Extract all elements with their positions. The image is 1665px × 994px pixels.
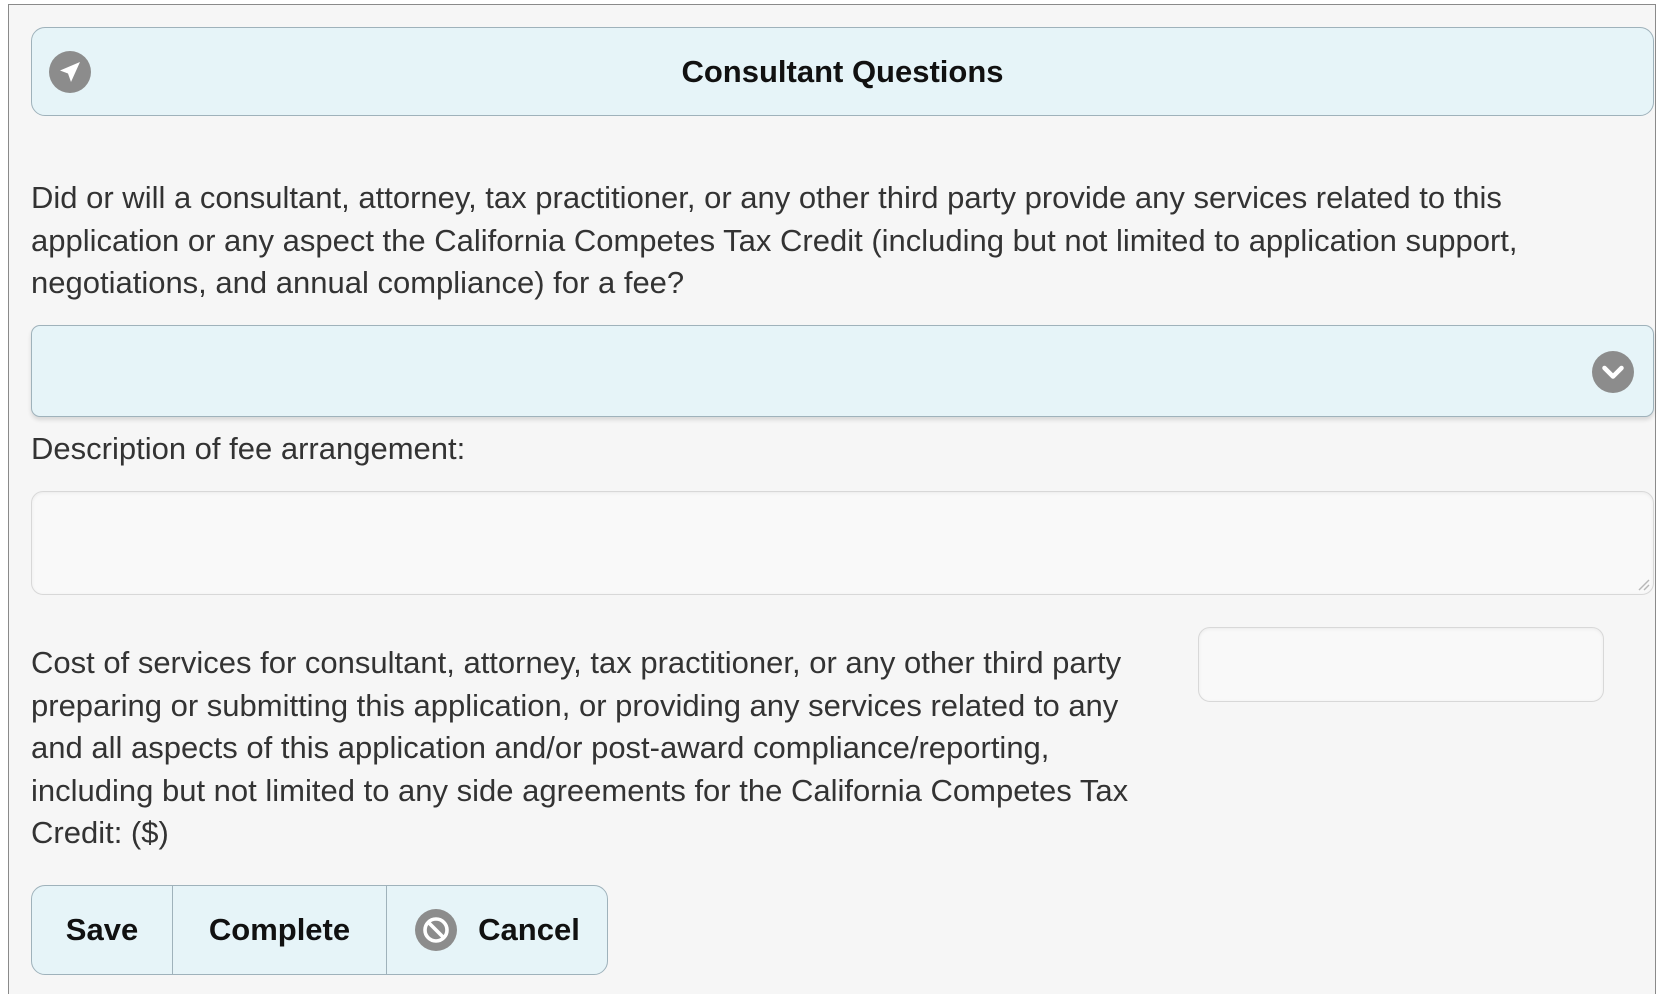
form-panel: Consultant Questions Did or will a consu… [8,4,1656,994]
chevron-down-icon [1592,351,1634,393]
action-button-group: Save Complete Cancel [31,885,608,975]
section-header: Consultant Questions [31,27,1654,116]
consultant-question-text: Did or will a consultant, attorney, tax … [31,180,1518,300]
consultant-fee-select[interactable] [31,325,1654,417]
fee-description-label: Description of fee arrangement: [31,431,466,466]
complete-button[interactable]: Complete [172,886,386,974]
cancel-circle-icon [415,909,458,951]
cancel-button-label: Cancel [478,912,580,947]
save-button[interactable]: Save [32,886,172,974]
resize-handle-icon[interactable] [1636,577,1650,591]
cost-of-services-label: Cost of services for consultant, attorne… [31,645,1129,850]
section-title: Consultant Questions [681,54,1004,89]
cost-of-services-input[interactable] [1198,627,1604,702]
cancel-button[interactable]: Cancel [386,886,607,974]
fee-description-textarea[interactable] [31,491,1654,595]
